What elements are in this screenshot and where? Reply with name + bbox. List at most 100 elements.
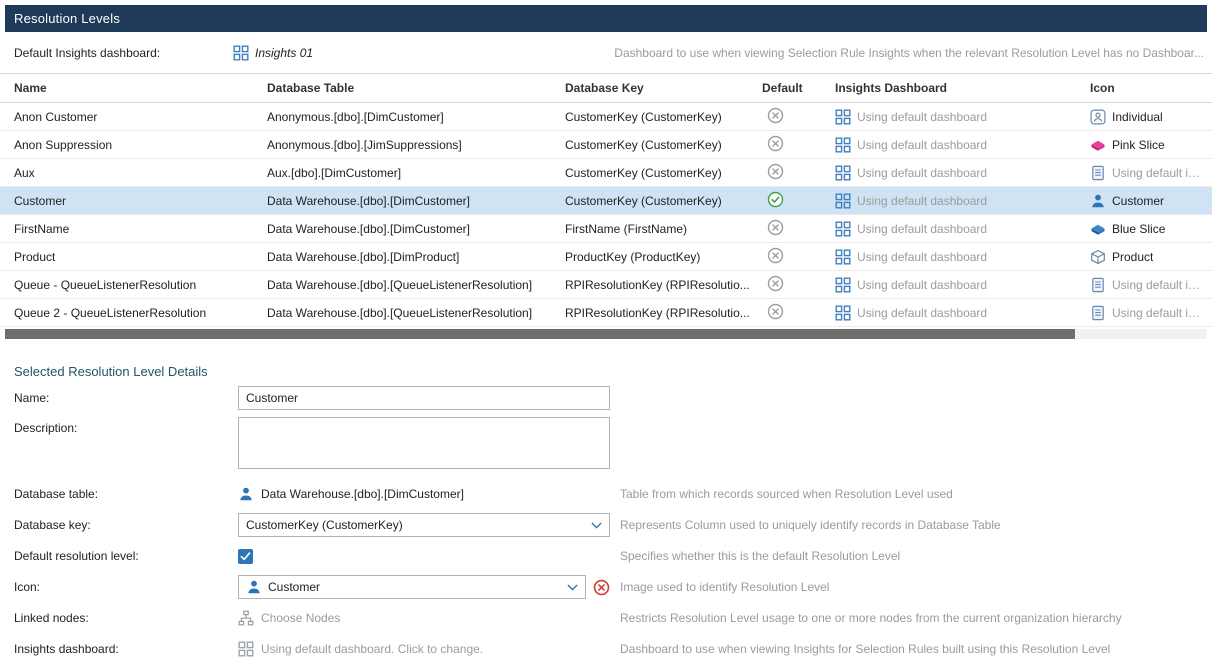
default-dashboard-row: Default Insights dashboard: Insights 01 … [0,32,1212,73]
linked-nodes-description: Restricts Resolution Level usage to one … [620,611,1122,625]
default-dashboard-value[interactable]: Insights 01 [255,46,313,60]
blue-slice-icon [1090,221,1106,237]
table-body: Anon CustomerAnonymous.[dbo].[DimCustome… [0,103,1212,327]
customer-person-icon [1090,193,1106,209]
cross-circle-icon [767,275,784,292]
column-header-database-table[interactable]: Database Table [267,81,565,95]
row-icon: Using default icon [1090,165,1212,181]
default-resolution-checkbox[interactable] [238,549,253,564]
document-icon [1090,277,1106,293]
row-database-key: CustomerKey (CustomerKey) [565,194,762,208]
dashboard-icon [835,305,851,321]
dashboard-icon [835,277,851,293]
row-database-key: RPIResolutionKey (RPIResolutio... [565,306,762,320]
database-key-value: CustomerKey (CustomerKey) [246,518,585,532]
column-header-database-key[interactable]: Database Key [565,81,762,95]
row-database-key: FirstName (FirstName) [565,222,762,236]
table-row[interactable]: AuxAux.[dbo].[DimCustomer]CustomerKey (C… [0,159,1212,187]
default-dashboard-label: Default Insights dashboard: [14,46,233,60]
insights-dashboard-button[interactable]: Using default dashboard. Click to change… [238,641,483,657]
row-database-key: CustomerKey (CustomerKey) [565,138,762,152]
row-name: Aux [14,166,267,180]
hierarchy-icon [238,610,254,626]
row-database-table: Data Warehouse.[dbo].[DimProduct] [267,250,565,264]
table-row[interactable]: CustomerData Warehouse.[dbo].[DimCustome… [0,187,1212,215]
icon-value: Customer [268,580,561,594]
row-default [762,107,835,127]
database-table-label: Database table: [14,487,238,501]
cross-circle-icon [767,219,784,236]
description-label: Description: [14,417,238,435]
column-header-default[interactable]: Default [762,81,835,95]
insights-dashboard-label: Insights dashboard: [14,642,238,656]
pink-slice-icon [1090,137,1106,153]
row-insights-dashboard: Using default dashboard [835,221,1090,237]
cross-circle-icon [767,107,784,124]
row-insights-dashboard: Using default dashboard [835,305,1090,321]
field-linked-nodes: Linked nodes: Choose Nodes Restricts Res… [0,606,1212,630]
field-default-resolution-level: Default resolution level: Specifies whet… [0,544,1212,568]
choose-nodes-label: Choose Nodes [261,611,340,625]
column-header-icon[interactable]: Icon [1090,81,1212,95]
row-default [762,303,835,323]
row-database-table: Anonymous.[dbo].[JimSuppressions] [267,138,565,152]
row-default [762,191,835,211]
row-icon: Using default icon [1090,277,1212,293]
table-row[interactable]: ProductData Warehouse.[dbo].[DimProduct]… [0,243,1212,271]
check-circle-icon [767,191,784,208]
row-default [762,219,835,239]
chevron-down-icon [591,522,602,529]
database-key-select[interactable]: CustomerKey (CustomerKey) [238,513,610,537]
customer-person-icon [238,486,254,502]
database-table-description: Table from which records sourced when Re… [620,487,953,501]
row-icon: Individual [1090,109,1212,125]
horizontal-scrollbar[interactable] [5,329,1207,339]
field-database-table: Database table: Data Warehouse.[dbo].[Di… [0,482,1212,506]
row-database-table: Anonymous.[dbo].[DimCustomer] [267,110,565,124]
row-name: Queue - QueueListenerResolution [14,278,267,292]
row-icon: Using default icon [1090,305,1212,321]
dashboard-icon [233,45,249,61]
choose-nodes-button[interactable]: Choose Nodes [238,610,340,626]
row-name: FirstName [14,222,267,236]
cross-circle-icon [767,163,784,180]
row-name: Product [14,250,267,264]
field-description: Description: [0,417,1212,469]
table-row[interactable]: Anon CustomerAnonymous.[dbo].[DimCustome… [0,103,1212,131]
row-database-table: Aux.[dbo].[DimCustomer] [267,166,565,180]
customer-person-icon [246,579,262,595]
row-database-table: Data Warehouse.[dbo].[QueueListenerResol… [267,306,565,320]
dashboard-icon [835,193,851,209]
dashboard-icon [835,221,851,237]
dashboard-icon [238,641,254,657]
scrollbar-thumb[interactable] [5,329,1075,339]
icon-description: Image used to identify Resolution Level [620,580,829,594]
row-default [762,163,835,183]
cross-circle-icon [767,303,784,320]
table-row[interactable]: FirstNameData Warehouse.[dbo].[DimCustom… [0,215,1212,243]
column-header-insights-dashboard[interactable]: Insights Dashboard [835,81,1090,95]
panel-title-bar: Resolution Levels [5,5,1207,32]
row-name: Anon Suppression [14,138,267,152]
icon-select[interactable]: Customer [238,575,586,599]
document-icon [1090,165,1106,181]
linked-nodes-label: Linked nodes: [14,611,238,625]
product-icon [1090,249,1106,265]
clear-icon-button[interactable] [593,579,610,596]
column-header-name[interactable]: Name [14,81,267,95]
row-default [762,135,835,155]
row-default [762,247,835,267]
field-icon: Icon: Customer Image used to identify Re… [0,575,1212,599]
dashboard-icon [835,109,851,125]
table-row[interactable]: Queue - QueueListenerResolutionData Ware… [0,271,1212,299]
name-input[interactable] [238,386,610,410]
row-name: Queue 2 - QueueListenerResolution [14,306,267,320]
row-icon: Product [1090,249,1212,265]
table-row[interactable]: Queue 2 - QueueListenerResolutionData Wa… [0,299,1212,327]
row-database-table: Data Warehouse.[dbo].[DimCustomer] [267,194,565,208]
row-database-key: RPIResolutionKey (RPIResolutio... [565,278,762,292]
table-row[interactable]: Anon SuppressionAnonymous.[dbo].[JimSupp… [0,131,1212,159]
row-database-table: Data Warehouse.[dbo].[DimCustomer] [267,222,565,236]
row-insights-dashboard: Using default dashboard [835,109,1090,125]
description-input[interactable] [238,417,610,469]
